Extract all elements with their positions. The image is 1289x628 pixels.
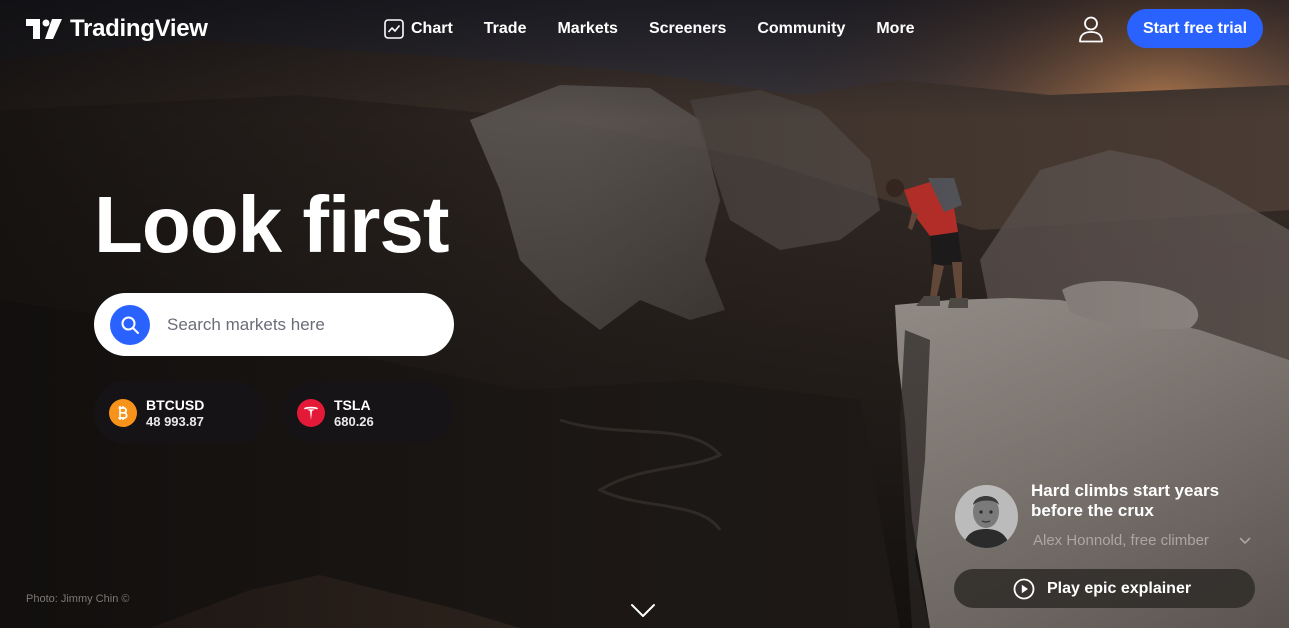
nav-item-label: Chart: [411, 20, 453, 37]
play-explainer-button[interactable]: Play epic explainer: [954, 569, 1255, 608]
nav-item-markets[interactable]: Markets: [557, 20, 617, 38]
bitcoin-icon: [109, 398, 137, 427]
nav-item-label: Trade: [483, 20, 527, 37]
ticker-price: 48 993.87: [146, 413, 204, 429]
ticker-symbol: BTCUSD: [146, 396, 205, 413]
quote-text: Hard climbs start years before the crux: [1031, 481, 1220, 520]
hero-headline: Look first: [94, 180, 449, 269]
search-button[interactable]: [110, 304, 150, 345]
nav-item-label: Screeners: [648, 20, 727, 37]
chevron-down-icon[interactable]: [630, 603, 656, 619]
tradingview-logo-icon: [26, 19, 62, 39]
start-free-trial-button[interactable]: Start free trial: [1127, 9, 1263, 48]
play-icon: [1013, 578, 1035, 599]
avatar: [955, 485, 1018, 548]
main-nav: Chart Trade Markets Screeners Community …: [384, 14, 915, 44]
quote-author: Alex Honnold, free climber: [1033, 532, 1209, 549]
ticker-btcusd[interactable]: BTCUSD 48 993.87: [94, 381, 266, 444]
chevron-down-icon[interactable]: [1239, 536, 1251, 546]
market-search-box[interactable]: [94, 293, 454, 356]
nav-item-label: More: [876, 20, 915, 37]
ticker-price: 680.26: [334, 413, 374, 429]
play-explainer-label: Play epic explainer: [1047, 579, 1192, 597]
ticker-tsla[interactable]: TSLA 680.26: [282, 381, 454, 444]
chart-icon: [384, 19, 404, 39]
brand-name: TradingView: [70, 15, 208, 42]
nav-item-label: Community: [757, 20, 846, 37]
user-icon[interactable]: [1078, 15, 1104, 43]
tesla-icon: [297, 398, 325, 427]
nav-item-screeners[interactable]: Screeners: [649, 20, 726, 38]
nav-item-community[interactable]: Community: [757, 20, 845, 38]
ticker-symbol: TSLA: [334, 396, 371, 413]
search-input[interactable]: [165, 313, 429, 336]
tradingview-logo[interactable]: TradingView: [26, 14, 208, 44]
nav-item-label: Markets: [557, 20, 618, 37]
nav-item-more[interactable]: More: [876, 20, 914, 38]
nav-item-chart[interactable]: Chart: [384, 19, 453, 39]
photo-credit: Photo: Jimmy Chin ©: [26, 593, 130, 605]
nav-item-trade[interactable]: Trade: [484, 20, 527, 38]
search-icon: [121, 316, 139, 334]
